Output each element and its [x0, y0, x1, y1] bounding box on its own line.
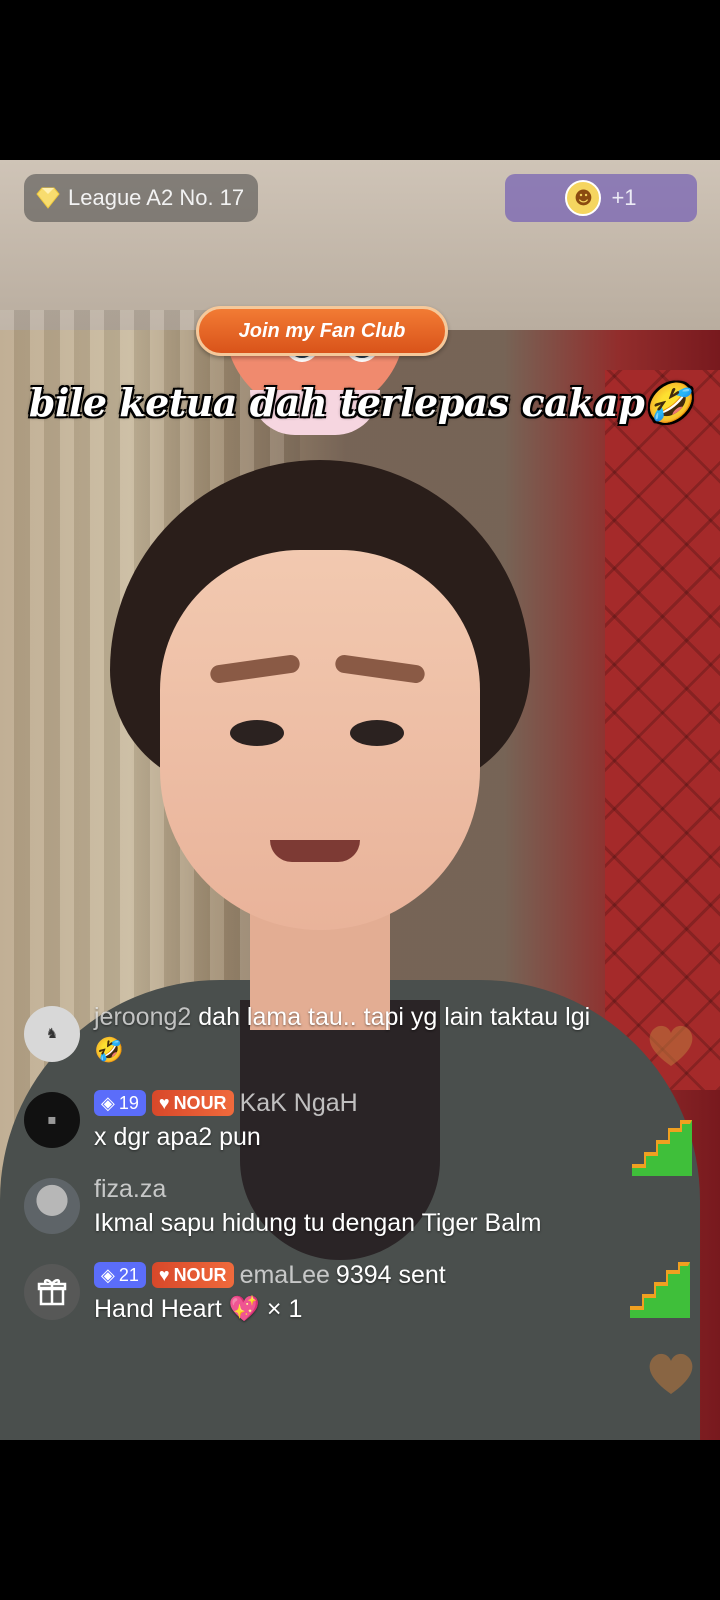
diamond-level-icon: ◈ — [101, 1093, 115, 1113]
gift-sent-text: 9394 sent — [335, 1261, 446, 1289]
gift-name: Hand Heart — [94, 1295, 222, 1323]
chat-message-text: Ikmal sapu hidung tu dengan Tiger Balm — [94, 1209, 542, 1237]
chat-message-text: x dgr apa2 pun — [94, 1123, 261, 1151]
viewers-count: +1 — [611, 185, 637, 210]
gift-count: × 1 — [266, 1295, 303, 1323]
gift-icon — [24, 1264, 80, 1320]
chat-text: jeroong2 dah lama tau.. tapi yg lain tak… — [94, 1000, 664, 1034]
user-avatar[interactable]: ♞ — [24, 1006, 80, 1062]
league-label: League A2 No. 17 — [68, 185, 245, 210]
avatar-mouth — [270, 840, 360, 862]
diamond-level-icon: ◈ — [101, 1265, 115, 1285]
viewer-avatar: ☻ — [565, 180, 602, 216]
fan-club-badge: ♥ NOUR — [151, 1090, 234, 1116]
join-fan-club-label: Join my Fan Club — [238, 319, 406, 342]
level-number: 21 — [118, 1265, 139, 1285]
fan-club-heart-icon: ♥ — [158, 1093, 170, 1113]
level-badge: ◈ 19 — [94, 1090, 146, 1116]
stairs-icon — [632, 1120, 692, 1176]
user-avatar[interactable] — [24, 1178, 80, 1234]
avatar-brow-left — [209, 653, 301, 685]
chat-username[interactable]: jeroong2 — [94, 1003, 191, 1031]
laughing-emoji: 🤣 — [94, 1037, 124, 1064]
chat-username[interactable]: emaLee — [240, 1258, 330, 1292]
avatar-eye-left — [230, 720, 284, 746]
viewers-pill[interactable]: ☻ +1 — [505, 174, 697, 222]
stairs-icon — [630, 1262, 690, 1318]
gift-detail: Hand Heart 💖 × 1 — [94, 1292, 664, 1326]
fan-club-name: NOUR — [173, 1265, 227, 1285]
join-fan-club-button[interactable]: Join my Fan Club — [196, 306, 448, 356]
level-badge: ◈ 21 — [94, 1262, 146, 1288]
gift-message: ◈ 21 ♥ NOUR emaLee 9394 sent Hand Heart … — [24, 1258, 664, 1326]
chat-message: ♞ jeroong2 dah lama tau.. tapi yg lain t… — [24, 1000, 664, 1068]
fan-club-name: NOUR — [173, 1093, 227, 1113]
avatar-brow-right — [334, 653, 426, 685]
fan-club-badge: ♥ NOUR — [151, 1262, 234, 1288]
heart-icon — [646, 1350, 696, 1396]
fan-club-heart-icon: ♥ — [158, 1265, 170, 1285]
video-caption: bile ketua dah terlepas cakap🤣 — [28, 380, 692, 425]
heart-icon — [646, 1022, 696, 1068]
avatar-eye-right — [350, 720, 404, 746]
chat-message: ▪ ◈ 19 ♥ NOUR KaK NgaH x dgr apa2 pun — [24, 1086, 664, 1154]
user-avatar[interactable]: ▪ — [24, 1092, 80, 1148]
gift-emoji: 💖 — [228, 1295, 260, 1323]
chat-message: fiza.za Ikmal sapu hidung tu dengan Tige… — [24, 1172, 664, 1240]
level-number: 19 — [118, 1093, 139, 1113]
chat-message-text: dah lama tau.. tapi yg lain taktau lgi — [198, 1003, 591, 1031]
avatar-face — [160, 550, 480, 930]
chat-username[interactable]: KaK NgaH — [240, 1086, 358, 1120]
diamond-icon — [36, 187, 60, 209]
league-badge[interactable]: League A2 No. 17 — [24, 174, 259, 222]
live-chat: ♞ jeroong2 dah lama tau.. tapi yg lain t… — [24, 1000, 664, 1344]
chat-username[interactable]: fiza.za — [94, 1172, 664, 1206]
quilted-wall — [605, 370, 720, 1090]
